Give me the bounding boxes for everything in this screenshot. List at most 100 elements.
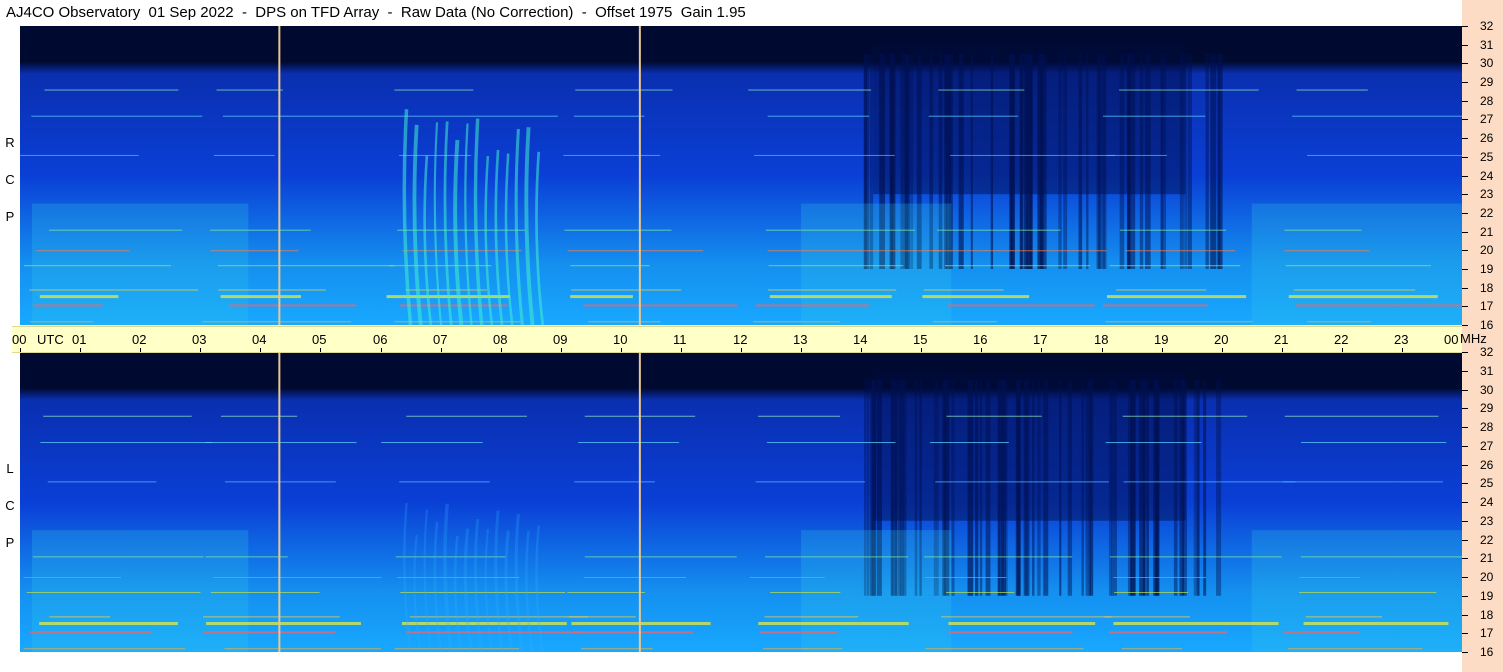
- interference-line: [1107, 295, 1247, 299]
- striation: [1127, 54, 1131, 269]
- polarization-letter: C: [5, 498, 15, 513]
- interference-line: [48, 229, 183, 231]
- interference-line: [210, 592, 320, 593]
- striation: [1059, 380, 1062, 596]
- interference-line: [1305, 616, 1382, 618]
- hour-label: 04: [252, 332, 267, 347]
- interference-line: [217, 265, 394, 267]
- frequency-tick-label: 16: [1480, 318, 1494, 332]
- interference-line: [1109, 556, 1282, 558]
- striation: [1019, 54, 1024, 269]
- frequency-tick-label: 18: [1480, 608, 1494, 622]
- noise-region: [1251, 203, 1462, 325]
- interference-line: [584, 556, 737, 558]
- rcp-spectrogram-svg: [20, 26, 1462, 325]
- interference-line: [1114, 592, 1188, 593]
- striation: [1203, 380, 1207, 596]
- interference-line: [587, 321, 661, 323]
- striation: [1119, 54, 1125, 269]
- frequency-tick: [1462, 101, 1468, 102]
- interference-line: [568, 616, 636, 618]
- interference-line: [36, 250, 130, 252]
- interference-line: [563, 154, 661, 156]
- frequency-tick-label: 26: [1480, 131, 1494, 145]
- hour-label: 23: [1394, 332, 1409, 347]
- frequency-tick: [1462, 63, 1468, 64]
- noise-region: [1251, 530, 1462, 652]
- striation: [1179, 380, 1185, 596]
- striation: [985, 380, 991, 596]
- interference-line: [583, 304, 738, 307]
- frequency-tick: [1462, 483, 1468, 484]
- frequency-tick-label: 25: [1480, 476, 1494, 490]
- frequency-tick: [1462, 288, 1468, 289]
- interference-line: [29, 631, 152, 634]
- interference-line: [202, 631, 336, 634]
- interference-line: [1125, 250, 1236, 252]
- interference-line: [39, 622, 178, 625]
- frequency-tick: [1462, 26, 1468, 27]
- interference-line: [1284, 250, 1370, 252]
- interference-line: [924, 577, 1007, 578]
- interference-line: [49, 616, 111, 618]
- hour-label: 16: [973, 332, 988, 347]
- interference-line: [570, 295, 633, 299]
- hour-label: 07: [433, 332, 448, 347]
- striation: [1146, 380, 1149, 596]
- hour-tick: [1041, 348, 1042, 352]
- hour-tick: [20, 348, 21, 352]
- interference-line: [944, 265, 1091, 267]
- hour-label: 12: [733, 332, 748, 347]
- striation: [1078, 54, 1083, 269]
- interference-line: [222, 115, 395, 117]
- interference-line: [1105, 321, 1253, 323]
- striation: [1040, 54, 1047, 269]
- frequency-tick: [1462, 615, 1468, 616]
- interference-line: [748, 89, 872, 91]
- interference-line: [1122, 415, 1248, 417]
- hour-tick: [921, 348, 922, 352]
- frequency-tick-label: 19: [1480, 589, 1494, 603]
- interference-line: [1283, 631, 1359, 634]
- hour-tick: [621, 348, 622, 352]
- polarization-letter: L: [6, 461, 14, 476]
- hour-tick: [441, 348, 442, 352]
- interference-line: [394, 89, 474, 91]
- noise-region: [32, 203, 249, 325]
- interference-line: [206, 622, 361, 625]
- interference-line: [229, 304, 357, 307]
- interference-line: [756, 304, 870, 307]
- striation: [979, 380, 983, 596]
- frequency-tick-label: 21: [1480, 551, 1494, 565]
- polarization-letter: P: [5, 209, 15, 224]
- interference-line: [1116, 289, 1207, 291]
- frequency-tick: [1462, 371, 1468, 372]
- interference-line: [1103, 304, 1208, 307]
- interference-line: [1106, 154, 1167, 156]
- frequency-tick: [1462, 465, 1468, 466]
- hour-tick: [1222, 348, 1223, 352]
- striation: [1063, 54, 1068, 269]
- striation: [1139, 54, 1144, 269]
- frequency-tick-label: 29: [1480, 401, 1494, 415]
- striation: [1130, 54, 1136, 269]
- frequency-tick-label: 31: [1480, 364, 1494, 378]
- hour-tick: [561, 348, 562, 352]
- striation: [1216, 380, 1222, 596]
- interference-line: [937, 229, 1061, 231]
- striation: [1139, 380, 1145, 596]
- hour-label: 10: [613, 332, 628, 347]
- interference-line: [946, 415, 1042, 417]
- striation: [990, 54, 994, 269]
- interference-line: [26, 592, 201, 593]
- noise-region: [801, 530, 952, 652]
- rcp-spectrogram: [20, 26, 1462, 325]
- interference-line: [210, 229, 311, 231]
- interference-line: [1108, 631, 1228, 634]
- hour-tick: [260, 348, 261, 352]
- striation: [1173, 380, 1178, 596]
- frequency-tick: [1462, 652, 1468, 653]
- interference-line: [23, 648, 186, 650]
- interference-line: [1303, 622, 1449, 625]
- interference-line: [32, 556, 204, 558]
